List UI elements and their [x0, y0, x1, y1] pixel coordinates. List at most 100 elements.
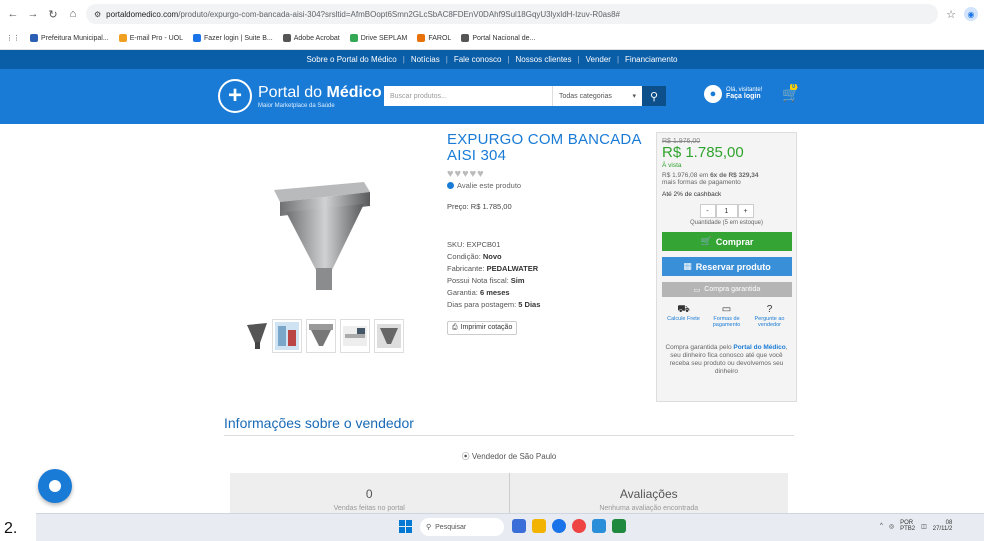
spec-label: Garantia: — [447, 287, 478, 297]
nav-separator: | — [402, 55, 405, 64]
chevron-down-icon: ▾ — [632, 93, 636, 100]
top-nav-link[interactable]: Sobre o Portal do Médico — [306, 55, 396, 64]
widgets-icon[interactable] — [512, 519, 526, 533]
payment-option[interactable]: ⛟ Calcule Frete — [664, 304, 704, 328]
stock-note: Quantidade (5 em estoque) — [689, 220, 764, 227]
guarantee-button[interactable]: ▭ Compra garantida — [662, 282, 792, 298]
site-top-nav: Sobre o Portal do Médico | Notícias | Fale c… — [0, 50, 984, 69]
calendar-icon: ▦ — [683, 261, 692, 272]
vendor-stats: 0 Vendas feitas no portal Avaliações Nenhum… — [230, 473, 788, 513]
bookmark-item[interactable]: FAROL — [417, 34, 451, 42]
buy-button[interactable]: 🛒 Comprar — [662, 232, 792, 252]
bookmark-item[interactable]: E-mail Pro - UOL — [118, 34, 183, 42]
reload-icon[interactable]: ↻ — [46, 7, 60, 21]
os-taskbar: ⚲ Pesquisar ^ ◎ POR PTB2 ◫ 08 27/11/2 — [36, 513, 984, 541]
site-info-icon[interactable]: ⚙ — [94, 10, 101, 19]
cart-count: 0 — [790, 84, 798, 90]
greeting-text: Olá, visitante! — [726, 86, 763, 93]
windows-start-icon[interactable] — [399, 520, 413, 534]
reserve-button[interactable]: ▦ Reservar produto — [662, 257, 792, 277]
search-bar: Buscar produtos... Todas categorias ▾ ⚲ — [384, 86, 666, 106]
address-bar[interactable]: ⚙ portaldomedico.com/produto/expurgo-com… — [86, 4, 938, 24]
site-logo[interactable]: + Portal do Médico Maior Marketplace da … — [218, 79, 382, 113]
top-nav-link[interactable]: Notícias — [411, 55, 440, 64]
thumbnail-2[interactable] — [272, 319, 302, 353]
network-icon[interactable]: ◎ — [889, 523, 894, 530]
browser-chrome: ← → ↻ ⌂ ⚙ portaldomedico.com/produto/exp… — [0, 0, 984, 50]
login-link[interactable]: ● Olá, visitante! Faça login — [704, 85, 762, 103]
back-icon[interactable]: ← — [6, 7, 20, 21]
payment-option-label: Calcule Frete — [667, 316, 700, 323]
url-host: portaldomedico.com — [106, 9, 179, 19]
top-nav-link[interactable]: Nossos clientes — [515, 55, 571, 64]
taskbar-search[interactable]: ⚲ Pesquisar — [420, 518, 504, 536]
file-explorer-icon[interactable] — [532, 519, 546, 533]
profile-avatar[interactable]: ◉ — [964, 7, 978, 21]
spec-label: Fabricante: — [447, 263, 485, 273]
qty-plus-button[interactable]: + — [737, 204, 754, 219]
spec-label: Condição: — [447, 251, 481, 261]
chat-button[interactable] — [38, 469, 72, 503]
outlook-icon[interactable] — [592, 519, 606, 533]
bookmark-item[interactable]: Fazer login | Suite B... — [193, 34, 273, 42]
chrome-icon[interactable] — [572, 519, 586, 533]
price-value: R$ 1.785,00 — [470, 201, 512, 211]
url-path: /produto/expurgo-com-bancada-aisi-304?sr… — [178, 9, 620, 19]
product-main-image[interactable] — [272, 182, 372, 292]
clock[interactable]: 08 27/11/2 — [933, 520, 953, 532]
qty-minus-button[interactable]: - — [699, 204, 716, 219]
qty-input[interactable]: 1 — [715, 204, 738, 219]
print-quote-button[interactable]: ⎙ Imprimir cotação — [447, 320, 518, 335]
bookmark-label: Fazer login | Suite B... — [204, 34, 273, 42]
bookmark-favicon-icon — [417, 34, 426, 42]
thumbnail-5[interactable] — [374, 319, 404, 353]
home-icon[interactable]: ⌂ — [66, 7, 80, 21]
rating-stars[interactable]: ♥♥♥♥♥ — [447, 168, 647, 180]
thumbnail-4[interactable] — [340, 319, 370, 353]
logo-name: Portal do Médico — [258, 83, 382, 101]
edge-icon[interactable] — [552, 519, 566, 533]
volume-icon[interactable]: ◫ — [921, 523, 927, 530]
chevron-up-icon[interactable]: ^ — [880, 523, 883, 529]
bookmark-star-icon[interactable]: ☆ — [944, 8, 958, 21]
top-nav-link[interactable]: Financiamento — [625, 55, 677, 64]
top-nav-link[interactable]: Vender — [586, 55, 611, 64]
payment-option[interactable]: ▭ Formas de pagamento — [707, 304, 747, 328]
category-select[interactable]: Todas categorias ▾ — [552, 86, 642, 106]
bookmark-favicon-icon — [30, 34, 38, 42]
cash-label: À vista — [662, 161, 682, 169]
more-payment-link[interactable]: mais formas de pagamento — [662, 179, 741, 186]
thumbnail-3[interactable] — [306, 319, 336, 353]
excel-icon[interactable] — [612, 519, 626, 533]
cart-button[interactable]: 🛒 0 — [782, 84, 802, 104]
bookmark-label: E-mail Pro - UOL — [129, 34, 183, 42]
question-icon: ? — [766, 304, 773, 316]
bookmark-item[interactable]: Prefeitura Municipal... — [30, 34, 109, 42]
chevron-down-icon — [447, 181, 454, 189]
spec-row: Condição: Novo — [447, 251, 647, 263]
spec-row: Dias para postagem: 5 Dias — [447, 299, 647, 311]
rate-product-link[interactable]: Avalie este produto — [447, 181, 647, 190]
spec-value: PEDALWATER — [486, 263, 539, 273]
search-input[interactable]: Buscar produtos... — [384, 86, 552, 106]
bookmark-favicon-icon — [461, 34, 470, 42]
card-icon: ▭ — [721, 304, 732, 316]
apps-grid-icon[interactable]: ⋮⋮ — [6, 34, 20, 42]
thumbnail-1[interactable] — [246, 319, 268, 353]
payment-option[interactable]: ? Pergunte ao vendedor — [750, 304, 790, 328]
spec-value: 5 Dias — [518, 299, 541, 309]
vendor-section-title: Informações sobre o vendedor — [224, 415, 414, 431]
language-indicator[interactable]: POR PTB2 — [900, 520, 915, 532]
location-pin-icon: ⦿ — [461, 452, 470, 461]
bookmark-label: Prefeitura Municipal... — [41, 34, 109, 42]
search-button[interactable]: ⚲ — [642, 86, 666, 106]
bookmark-item[interactable]: Drive SEPLAM — [349, 34, 407, 42]
spec-row: Fabricante: PEDALWATER — [447, 263, 647, 275]
top-nav-link[interactable]: Fale conosco — [454, 55, 502, 64]
bookmark-item[interactable]: Adobe Acrobat — [282, 34, 340, 42]
bookmark-item[interactable]: Portal Nacional de... — [461, 34, 535, 42]
logo-tagline: Maior Marketplace da Saúde — [258, 102, 335, 109]
forward-icon[interactable]: → — [26, 7, 40, 21]
spec-row: SKU: EXPCB01 — [447, 239, 647, 251]
system-tray: ^ ◎ POR PTB2 ◫ 08 27/11/2 — [880, 520, 952, 532]
